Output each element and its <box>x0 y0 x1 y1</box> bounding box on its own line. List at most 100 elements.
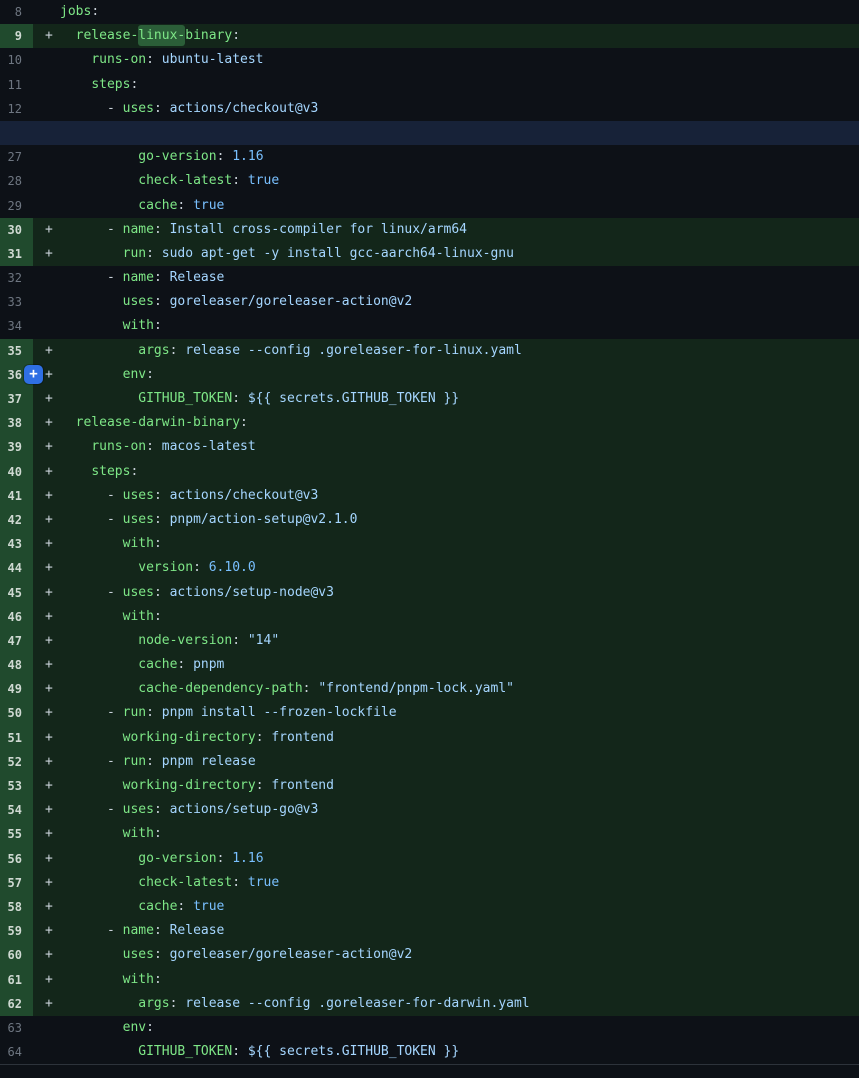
line-number[interactable]: 45 <box>0 581 33 605</box>
code-token-pln <box>60 875 138 890</box>
line-number[interactable]: 43 <box>0 532 33 556</box>
diff-marker <box>33 1016 60 1040</box>
diff-row: 60+ uses: goreleaser/goreleaser-action@v… <box>0 943 859 967</box>
code-token-pln <box>60 730 123 745</box>
line-number[interactable]: 57 <box>0 871 33 895</box>
line-number[interactable]: 56 <box>0 847 33 871</box>
code-token-key: uses <box>123 802 154 817</box>
code-line: go-version: 1.16 <box>60 145 859 169</box>
line-number[interactable]: 53 <box>0 774 33 798</box>
code-token-pln: : <box>154 802 170 817</box>
line-number[interactable]: 28 <box>0 169 33 193</box>
diff-marker: + <box>33 701 60 725</box>
line-number[interactable]: 54 <box>0 798 33 822</box>
code-token-key: steps <box>91 464 130 479</box>
code-token-str: pnpm <box>193 657 224 672</box>
line-number[interactable]: 60 <box>0 943 33 967</box>
code-token-pln: : <box>154 585 170 600</box>
line-number[interactable]: 51 <box>0 726 33 750</box>
line-number[interactable]: 32 <box>0 266 33 290</box>
code-token-key: run <box>123 705 146 720</box>
diff-row: 43+ with: <box>0 532 859 556</box>
code-line: - uses: actions/checkout@v3 <box>60 97 859 121</box>
code-token-pln <box>60 1044 138 1059</box>
code-token-key: binary <box>185 28 232 43</box>
line-number[interactable]: 46 <box>0 605 33 629</box>
line-number[interactable]: 52 <box>0 750 33 774</box>
code-token-key: with <box>123 536 154 551</box>
code-line: - uses: actions/setup-go@v3 <box>60 798 859 822</box>
code-token-num: true <box>248 173 279 188</box>
line-number[interactable]: 8 <box>0 0 33 24</box>
code-token-pln: - <box>60 512 123 527</box>
line-number[interactable]: 27 <box>0 145 33 169</box>
add-line-comment-button[interactable]: + <box>24 365 43 384</box>
line-number[interactable]: 33 <box>0 290 33 314</box>
code-token-pln <box>60 246 123 261</box>
diff-marker: + <box>33 798 60 822</box>
code-token-pln: - <box>60 585 123 600</box>
line-number[interactable]: 41 <box>0 484 33 508</box>
line-number[interactable]: 38 <box>0 411 33 435</box>
line-number[interactable]: 63 <box>0 1016 33 1040</box>
code-token-pln: : <box>146 52 162 67</box>
line-number[interactable]: 29 <box>0 194 33 218</box>
code-token-pln: : <box>170 996 186 1011</box>
code-token-str: macos-latest <box>162 439 256 454</box>
code-token-key: uses <box>123 585 154 600</box>
code-token-key: runs-on <box>91 52 146 67</box>
code-token-pln: - <box>60 923 123 938</box>
code-line: with: <box>60 314 859 338</box>
line-number[interactable]: 48 <box>0 653 33 677</box>
code-line: check-latest: true <box>60 169 859 193</box>
line-number[interactable]: 49 <box>0 677 33 701</box>
code-line: steps: <box>60 460 859 484</box>
code-token-pln: : <box>154 972 162 987</box>
diff-row: 38+ release-darwin-binary: <box>0 411 859 435</box>
code-token-key: run <box>123 246 146 261</box>
code-token-pln: : <box>256 730 272 745</box>
expand-hunk-row[interactable] <box>0 121 859 145</box>
code-token-pln <box>60 560 138 575</box>
line-number[interactable]: 11 <box>0 73 33 97</box>
diff-row: 9+ release-linux-binary: <box>0 24 859 48</box>
code-token-key: uses <box>123 512 154 527</box>
line-number[interactable]: 9 <box>0 24 33 48</box>
code-line: runs-on: macos-latest <box>60 435 859 459</box>
line-number[interactable]: 12 <box>0 97 33 121</box>
line-number[interactable]: 10 <box>0 48 33 72</box>
line-number[interactable]: 58 <box>0 895 33 919</box>
line-number[interactable]: 40 <box>0 460 33 484</box>
line-number[interactable]: 55 <box>0 822 33 846</box>
diff-marker: + <box>33 435 60 459</box>
code-line: version: 6.10.0 <box>60 556 859 580</box>
line-number[interactable]: 30 <box>0 218 33 242</box>
code-token-key: with <box>123 826 154 841</box>
line-number[interactable]: 39 <box>0 435 33 459</box>
line-number[interactable]: 34 <box>0 314 33 338</box>
code-token-pln: : <box>232 28 240 43</box>
code-token-num: 1.16 <box>232 851 263 866</box>
code-token-str: ubuntu-latest <box>162 52 264 67</box>
line-number[interactable]: 44 <box>0 556 33 580</box>
line-number[interactable]: 47 <box>0 629 33 653</box>
line-number[interactable]: 42 <box>0 508 33 532</box>
line-number[interactable]: 62 <box>0 992 33 1016</box>
diff-row: 50+ - run: pnpm install --frozen-lockfil… <box>0 701 859 725</box>
line-number[interactable]: 31 <box>0 242 33 266</box>
line-number[interactable]: 61 <box>0 968 33 992</box>
line-number[interactable]: 59 <box>0 919 33 943</box>
code-token-pln: : <box>130 77 138 92</box>
diff-row: 59+ - name: Release <box>0 919 859 943</box>
code-token-key: run <box>123 754 146 769</box>
diff-marker: + <box>33 218 60 242</box>
diff-row: 45+ - uses: actions/setup-node@v3 <box>0 581 859 605</box>
line-number[interactable]: 37 <box>0 387 33 411</box>
diff-row: 46+ with: <box>0 605 859 629</box>
line-number[interactable]: 35 <box>0 339 33 363</box>
diff-row: 29 cache: true <box>0 194 859 218</box>
diff-marker: + <box>33 605 60 629</box>
line-number[interactable]: 64 <box>0 1040 33 1064</box>
line-number[interactable]: 50 <box>0 701 33 725</box>
diff-marker: + <box>33 677 60 701</box>
